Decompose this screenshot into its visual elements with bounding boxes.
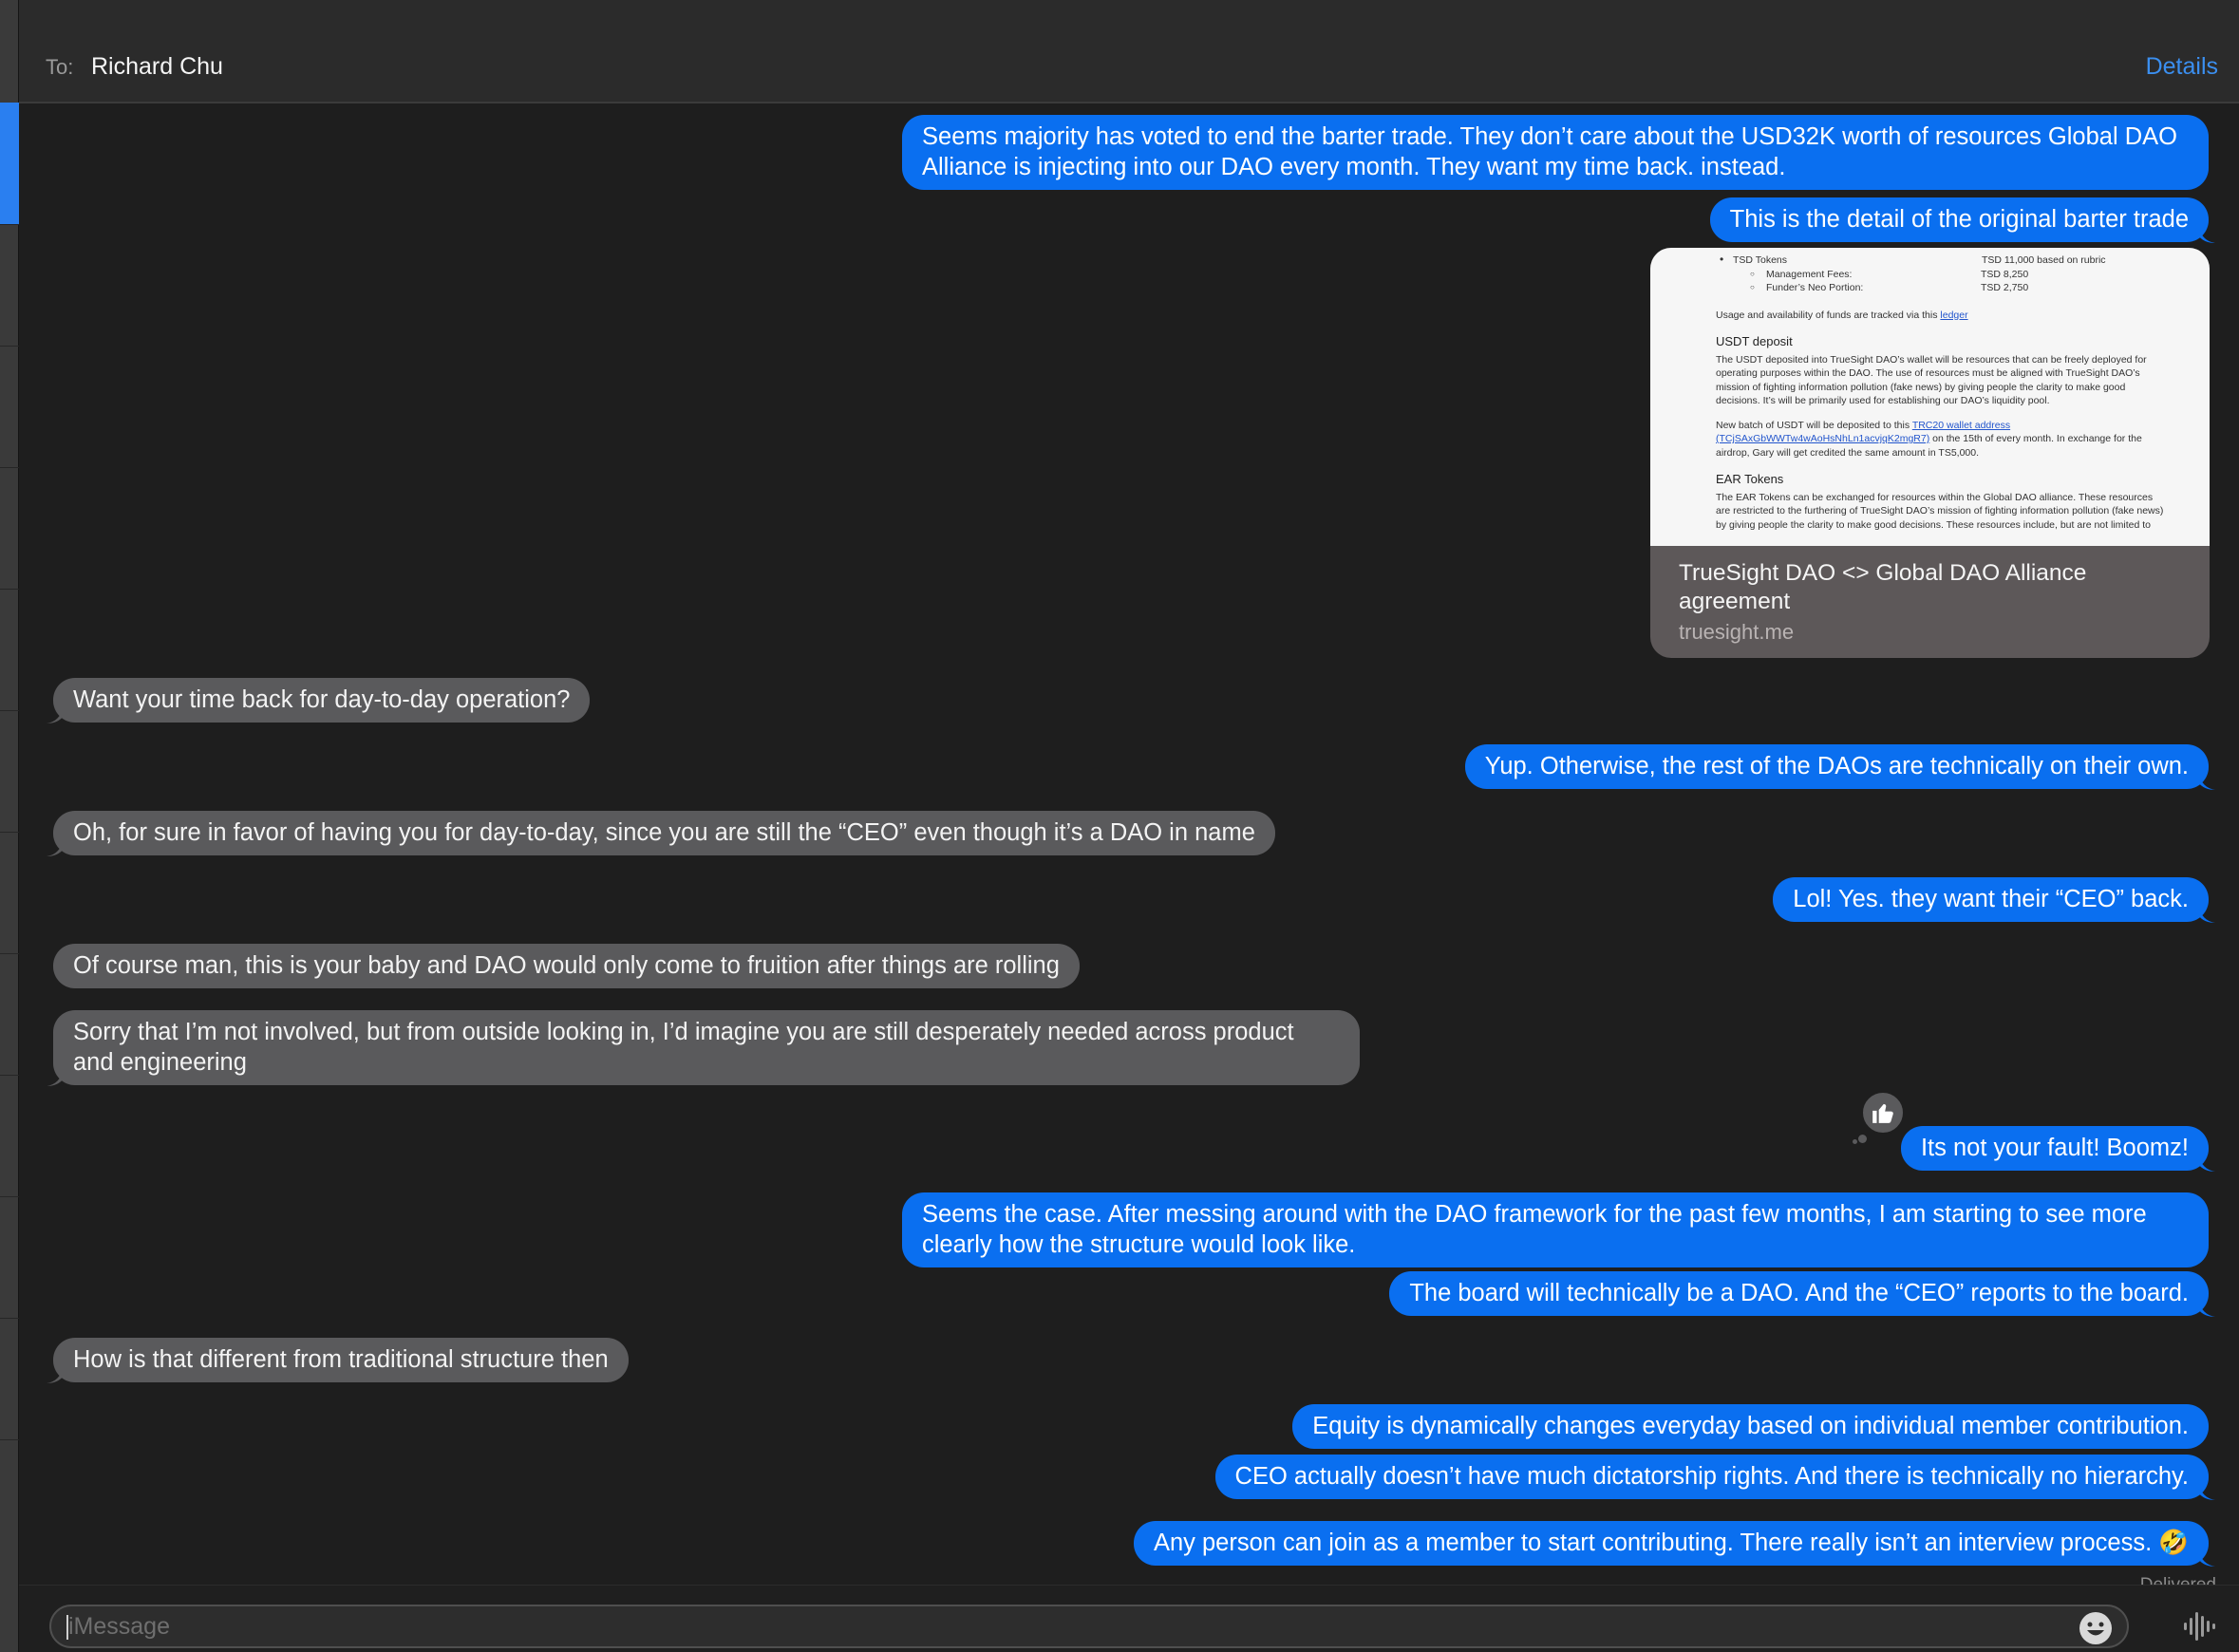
message-input-field[interactable] [49, 1605, 2129, 1648]
details-button[interactable]: Details [2146, 53, 2218, 81]
thumbs-up-icon [1872, 1103, 1893, 1123]
message-bubble[interactable]: Sorry that I’m not involved, but from ou… [47, 1010, 1360, 1086]
bubble-tail [2198, 1300, 2215, 1317]
bubble-tail [47, 1366, 64, 1383]
sidebar-divider [0, 589, 19, 590]
doc-usdt-heading: USDT deposit [1716, 334, 1793, 348]
doc-funder-value: TSD 2,750 [1981, 282, 2029, 293]
audio-waveform-icon[interactable] [2182, 1608, 2220, 1644]
sidebar-divider [0, 224, 19, 225]
message-bubble[interactable]: The board will technically be a DAO. And… [1389, 1271, 2215, 1317]
bubble-tail [47, 706, 64, 723]
bubble-tail [2198, 1155, 2215, 1172]
conversation-sidebar[interactable] [0, 0, 19, 1652]
sidebar-divider [0, 346, 19, 347]
message-transcript[interactable]: Seems majority has voted to end the bart… [19, 103, 2239, 1585]
message-bubble[interactable]: Yup. Otherwise, the rest of the DAOs are… [1464, 744, 2215, 790]
bubble-tail [47, 839, 64, 856]
doc-usage-text: Usage and availability of funds are trac… [1716, 309, 1938, 321]
message-text: Oh, for sure in favor of having you for … [73, 819, 1255, 846]
message-text: How is that different from traditional s… [73, 1346, 609, 1373]
message-text: Of course man, this is your baby and DAO… [73, 952, 1060, 979]
message-bubble[interactable]: Equity is dynamically changes everyday b… [1292, 1404, 2209, 1449]
message-text: Equity is dynamically changes everyday b… [1312, 1413, 2189, 1439]
emoji-icon[interactable] [2078, 1610, 2114, 1646]
message-text: Seems the case. After messing around wit… [922, 1201, 2147, 1258]
message-bubble[interactable]: Of course man, this is your baby and DAO… [53, 944, 1080, 988]
bubble-tail [2198, 1549, 2215, 1567]
message-text: Sorry that I’m not involved, but from ou… [73, 1019, 1294, 1076]
link-preview-card[interactable]: TSD 11,000 based on rubric TSD Tokens Ma… [1650, 248, 2210, 658]
doc-ear-heading: EAR Tokens [1716, 472, 1784, 486]
delivered-status: Delivered [2140, 1575, 2216, 1585]
sidebar-divider [0, 710, 19, 711]
doc-fee-label: Management Fees: [1766, 268, 1853, 280]
message-bubble[interactable]: How is that different from traditional s… [47, 1338, 629, 1383]
sidebar-divider [0, 1439, 19, 1440]
message-bubble[interactable]: Its not your fault! Boomz! [1900, 1126, 2215, 1172]
message-text: Yup. Otherwise, the rest of the DAOs are… [1484, 753, 2189, 779]
conversation-header: To: Richard Chu Details [19, 0, 2239, 103]
message-text: This is the detail of the original barte… [1729, 206, 2189, 233]
message-bubble[interactable]: CEO actually doesn’t have much dictators… [1214, 1455, 2215, 1500]
sidebar-divider [0, 1196, 19, 1197]
sidebar-divider [0, 953, 19, 954]
message-text: Seems majority has voted to end the bart… [922, 123, 2177, 180]
message-bubble[interactable]: Want your time back for day-to-day opera… [47, 678, 591, 723]
message-bubble[interactable]: This is the detail of the original barte… [1709, 197, 2215, 243]
doc-funder-label: Funder’s Neo Portion: [1766, 282, 1864, 293]
doc-batch-text: New batch of USDT will be deposited to t… [1716, 419, 1910, 431]
message-text: Any person can join as a member to start… [1153, 1530, 2189, 1556]
message-bubble[interactable]: Seems majority has voted to end the bart… [902, 115, 2209, 190]
message-text: Want your time back for day-to-day opera… [73, 686, 571, 713]
doc-ear-body: The EAR Tokens can be exchanged for reso… [1716, 491, 2164, 531]
to-label: To: [46, 55, 74, 79]
message-bubble[interactable]: Any person can join as a member to start… [1133, 1521, 2215, 1567]
doc-batch-paragraph: New batch of USDT will be deposited to t… [1716, 419, 2164, 460]
doc-usdt-body: The USDT deposited into TrueSight DAO’s … [1716, 353, 2147, 407]
bubble-tail [2198, 1483, 2215, 1500]
doc-ledger-link: ledger [1940, 309, 1968, 321]
bubble-tail [2198, 226, 2215, 243]
sidebar-divider [0, 1318, 19, 1319]
doc-fee-row: Management Fees: TSD 8,250 [1716, 268, 2164, 282]
message-text: CEO actually doesn’t have much dictators… [1234, 1463, 2189, 1490]
bubble-tail [2198, 773, 2215, 790]
tapback-bubble-dot [1853, 1139, 1857, 1144]
message-bubble[interactable]: Seems the case. After messing around wit… [902, 1192, 2209, 1267]
bubble-tail [47, 1069, 64, 1086]
link-preview-domain: truesight.me [1679, 620, 1795, 644]
link-preview-title: TrueSight DAO <> Global DAO Alliance agr… [1679, 560, 2087, 614]
doc-tokens-label: TSD Tokens [1716, 253, 2164, 268]
bubble-tail [2198, 906, 2215, 923]
link-preview-image: TSD 11,000 based on rubric TSD Tokens Ma… [1650, 248, 2210, 546]
sidebar-divider [0, 1075, 19, 1076]
sidebar-divider [0, 467, 19, 468]
message-text: Lol! Yes. they want their “CEO” back. [1793, 886, 2189, 912]
message-input[interactable] [68, 1606, 2062, 1646]
doc-funder-row: Funder’s Neo Portion: TSD 2,750 [1716, 281, 2164, 295]
messages-window: To: Richard Chu Details Seems majority h… [0, 0, 2239, 1652]
recipient-name[interactable]: Richard Chu [91, 53, 223, 81]
message-bubble[interactable]: Oh, for sure in favor of having you for … [47, 811, 1275, 856]
message-text: Its not your fault! Boomz! [1920, 1135, 2189, 1161]
doc-fee-value: TSD 8,250 [1981, 268, 2029, 280]
compose-bar [19, 1585, 2239, 1652]
sidebar-divider [0, 832, 19, 833]
tapback-bubble-dot [1858, 1135, 1867, 1143]
tapback-badge[interactable] [1861, 1091, 1905, 1135]
message-text: The board will technically be a DAO. And… [1409, 1280, 2189, 1306]
doc-usage-line: Usage and availability of funds are trac… [1716, 309, 2164, 323]
active-conversation-indicator[interactable] [0, 103, 19, 224]
message-bubble[interactable]: Lol! Yes. they want their “CEO” back. [1773, 877, 2215, 923]
